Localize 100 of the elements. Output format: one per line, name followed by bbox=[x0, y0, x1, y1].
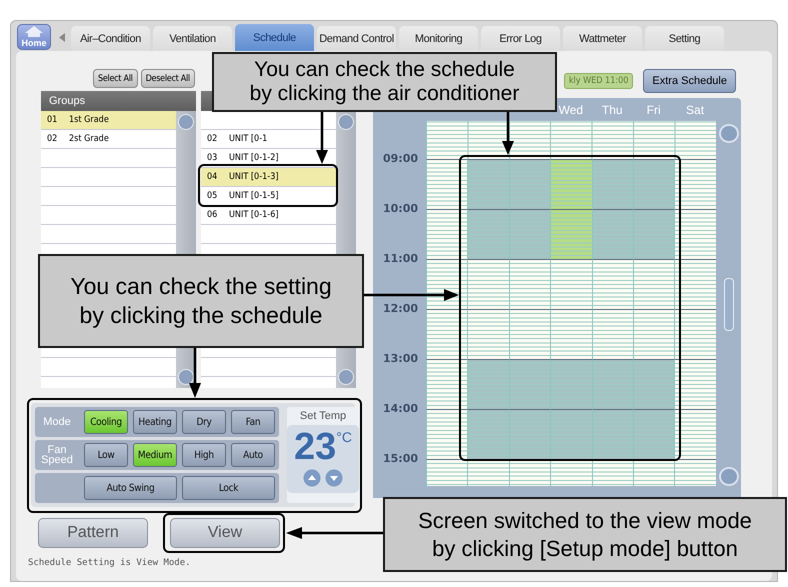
row-number: 02 bbox=[47, 134, 58, 144]
schedule-cell[interactable] bbox=[674, 359, 716, 409]
schedule-cell[interactable] bbox=[674, 259, 716, 309]
option-button[interactable]: Cooling bbox=[84, 410, 128, 434]
schedule-cell[interactable] bbox=[550, 359, 592, 409]
house-icon bbox=[25, 26, 43, 37]
schedule-cell[interactable] bbox=[467, 259, 509, 309]
schedule-cell[interactable] bbox=[592, 209, 633, 259]
row-number: 04 bbox=[207, 172, 218, 182]
schedule-cell[interactable] bbox=[508, 359, 550, 409]
callout-text: Screen switched to the view mode by clicking [Setup mode] button bbox=[383, 497, 787, 572]
option-button[interactable]: Auto bbox=[231, 443, 275, 467]
option-button[interactable]: Fan bbox=[231, 410, 275, 434]
schedule-cell[interactable] bbox=[508, 309, 550, 359]
unit-name: UNIT [0-1 bbox=[229, 134, 268, 144]
schedule-cell[interactable] bbox=[592, 409, 633, 459]
schedule-cell[interactable] bbox=[550, 209, 592, 259]
schedule-cell[interactable] bbox=[550, 409, 592, 459]
schedule-cell[interactable] bbox=[592, 359, 633, 409]
current-schedule-field: kly WED 11:00 bbox=[564, 73, 634, 89]
scroll-up-icon[interactable] bbox=[718, 124, 738, 144]
group-row[interactable]: 01 1st Grade bbox=[41, 111, 176, 130]
row-number: 05 bbox=[207, 191, 218, 201]
schedule-cell[interactable] bbox=[508, 259, 550, 309]
schedule-cell[interactable] bbox=[426, 409, 468, 459]
option-button[interactable]: Lock bbox=[182, 476, 275, 500]
schedule-cell[interactable] bbox=[632, 309, 674, 359]
schedule-cell[interactable] bbox=[550, 259, 592, 309]
schedule-cell[interactable] bbox=[508, 409, 550, 459]
schedule-cell[interactable] bbox=[426, 209, 468, 259]
schedule-cell[interactable] bbox=[467, 159, 509, 209]
option-button[interactable]: Low bbox=[84, 443, 128, 467]
tab[interactable]: Demand Control bbox=[317, 26, 396, 51]
unit-name: UNIT [0-1-6] bbox=[229, 210, 278, 220]
schedule-cell[interactable] bbox=[592, 159, 633, 209]
mode-button[interactable]: Pattern bbox=[38, 518, 148, 548]
status-text: Schedule Setting is View Mode. bbox=[28, 558, 192, 568]
unit-row[interactable]: 04 UNIT [0-1-3] bbox=[201, 168, 336, 187]
schedule-cell[interactable] bbox=[550, 309, 592, 359]
tab[interactable]: Air–Condition bbox=[71, 26, 150, 51]
time-label: 14:00 bbox=[382, 402, 418, 416]
schedule-cell[interactable] bbox=[632, 209, 674, 259]
tab[interactable]: Wattmeter bbox=[563, 26, 642, 51]
option-button[interactable]: Medium bbox=[133, 443, 177, 467]
schedule-cell[interactable] bbox=[632, 359, 674, 409]
option-button[interactable]: Auto Swing bbox=[84, 476, 177, 500]
schedule-cell[interactable] bbox=[592, 309, 633, 359]
schedule-cell[interactable] bbox=[467, 359, 509, 409]
up-icon[interactable] bbox=[303, 469, 321, 487]
scroll-down-icon[interactable] bbox=[178, 369, 194, 385]
option-button[interactable]: Heating bbox=[133, 410, 177, 434]
time-label: 12:00 bbox=[382, 302, 418, 316]
schedule-cell[interactable] bbox=[467, 209, 509, 259]
extra-schedule-button[interactable]: Extra Schedule bbox=[643, 69, 736, 93]
row-label: Fan Speed bbox=[40, 445, 74, 465]
mode-button[interactable]: View bbox=[170, 518, 280, 548]
tab[interactable]: Monitoring bbox=[399, 26, 478, 51]
time-label: 15:00 bbox=[382, 452, 418, 466]
schedule-cell[interactable] bbox=[674, 309, 716, 359]
schedule-cell[interactable] bbox=[632, 409, 674, 459]
select-button[interactable]: Select All bbox=[93, 69, 138, 88]
schedule-cell[interactable] bbox=[550, 159, 592, 209]
schedule-cell[interactable] bbox=[426, 159, 468, 209]
schedule-cell[interactable] bbox=[674, 159, 716, 209]
schedule-cell[interactable] bbox=[508, 159, 550, 209]
schedule-cell[interactable] bbox=[674, 409, 716, 459]
schedule-cell[interactable] bbox=[467, 409, 509, 459]
time-label: 10:00 bbox=[382, 202, 418, 216]
schedule-cell[interactable] bbox=[674, 209, 716, 259]
schedule-cell[interactable] bbox=[632, 259, 674, 309]
schedule-cell[interactable] bbox=[632, 159, 674, 209]
row-number: 02 bbox=[207, 134, 218, 144]
group-name: 2st Grade bbox=[69, 134, 109, 144]
tab[interactable]: Ventilation bbox=[153, 26, 232, 51]
tab[interactable]: Setting bbox=[645, 26, 724, 51]
schedule-cell[interactable] bbox=[592, 259, 633, 309]
select-button[interactable]: Deselect All bbox=[140, 69, 195, 88]
tab[interactable]: Error Log bbox=[481, 26, 560, 51]
schedule-cell[interactable] bbox=[467, 309, 509, 359]
down-icon[interactable] bbox=[325, 469, 343, 487]
option-button[interactable]: High bbox=[182, 443, 226, 467]
scroll-up-icon[interactable] bbox=[178, 114, 194, 130]
arrow bbox=[189, 348, 201, 398]
day-header: Wed bbox=[558, 102, 584, 116]
row-number: 06 bbox=[207, 210, 218, 220]
arrow bbox=[502, 112, 514, 155]
scroll-up-icon[interactable] bbox=[338, 114, 354, 130]
caret-icon[interactable] bbox=[59, 33, 65, 42]
tab[interactable]: Schedule bbox=[235, 24, 314, 51]
unit-name: UNIT [0-1-2] bbox=[229, 153, 278, 163]
option-button[interactable]: Dry bbox=[182, 410, 226, 434]
schedule-cell[interactable] bbox=[508, 209, 550, 259]
arrow bbox=[316, 112, 328, 164]
callout-text: You can check the schedule by clicking the air conditioner bbox=[212, 52, 557, 112]
row-number: 01 bbox=[47, 115, 58, 125]
schedule-cell[interactable] bbox=[426, 359, 468, 409]
scroll-thumb[interactable] bbox=[724, 278, 734, 331]
unit-row[interactable]: 05 UNIT [0-1-5] bbox=[201, 187, 336, 206]
set-temp-label: Set Temp bbox=[300, 410, 346, 422]
schedule-cell[interactable] bbox=[426, 309, 468, 359]
